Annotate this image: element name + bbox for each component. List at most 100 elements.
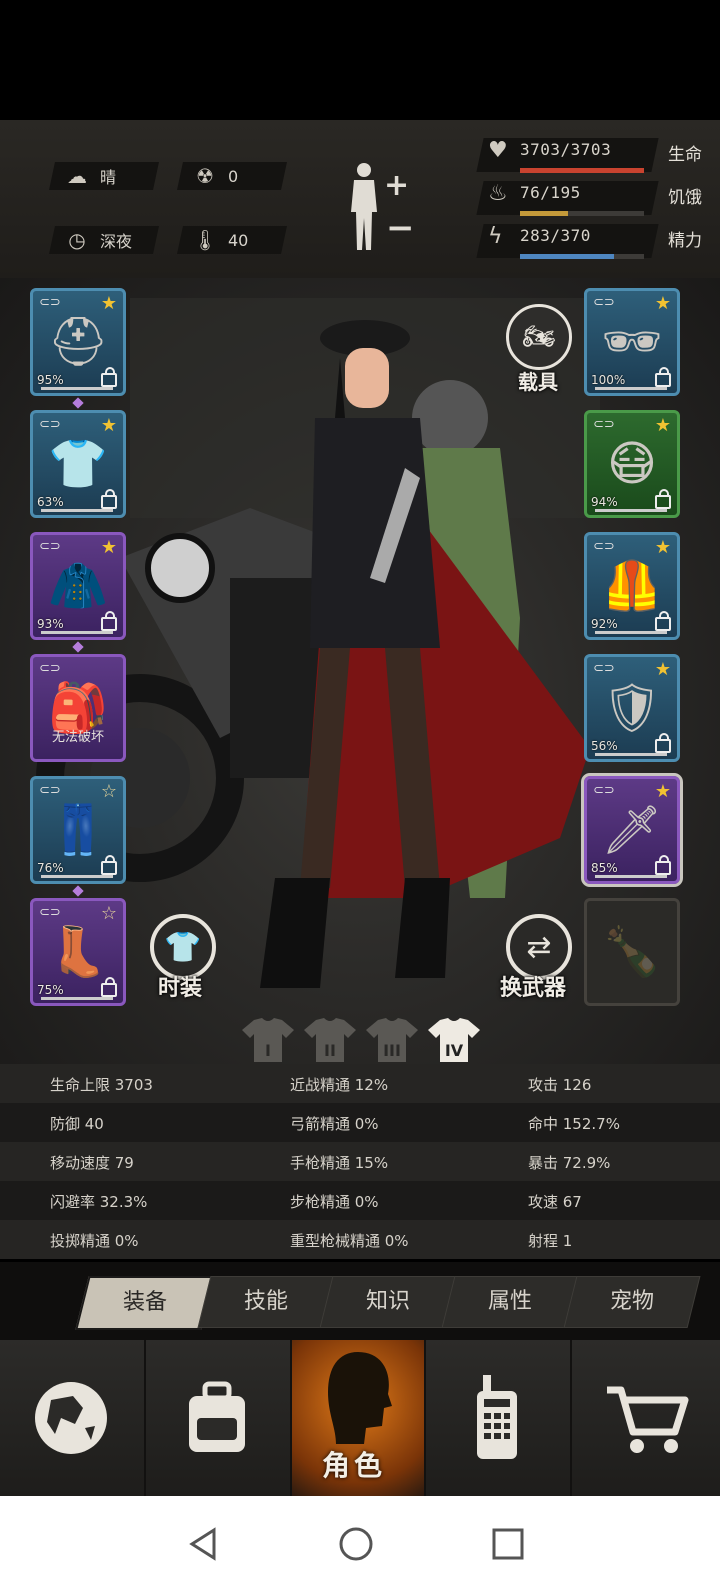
preset-label: II (324, 1041, 336, 1060)
energy-fill (520, 254, 615, 259)
link-icon: ⊂⊃ (39, 661, 61, 676)
secondary-weapon-slot[interactable]: 🍾 (584, 898, 680, 1006)
glasses-slot[interactable]: ⊂⊃ 🕶 ★ 100% (584, 288, 680, 396)
stat-value: 重型枪械精通 0% (290, 1232, 409, 1250)
machete-icon: 🗡 (601, 802, 663, 858)
lock-icon[interactable] (101, 977, 117, 997)
stat-row: 投掷精通 0% 重型枪械精通 0% 射程 1 (0, 1220, 720, 1259)
durability-bar (595, 509, 667, 512)
stat-value: 暴击 72.9% (528, 1154, 611, 1172)
star-icon: ★ (100, 537, 117, 558)
stats-panel: 生命上限 3703 近战精通 12% 攻击 126 防御 40 弓箭精通 0% 命中 15… (0, 1064, 720, 1260)
boots-slot[interactable]: ⊂⊃ 👢 ☆ 75% (30, 898, 126, 1006)
tshirt-icon: 👕 (164, 929, 202, 965)
tab-0[interactable]: 装备 (75, 1276, 215, 1330)
recents-icon[interactable] (490, 1526, 526, 1562)
character-scene: ⊂⊃ ⛑ ★ 95% ⊂⊃ 👕 ★ 63% ⊂⊃ 🧥 ★ 93% ⊂⊃ 🎒 无法破坏 ⊂⊃ 👖 ☆ 76% ⊂⊃ 👢 ☆ 7… (0, 278, 720, 1064)
jacket-slot[interactable]: ⊂⊃ 🧥 ★ 93% (30, 532, 126, 640)
weapon-slot[interactable]: ⊂⊃ 🗡 ★ 85% (581, 773, 683, 887)
tab-label: 宠物 (609, 1289, 654, 1314)
tab-1[interactable]: 技能 (197, 1276, 335, 1328)
nav-world-map[interactable] (0, 1340, 142, 1496)
stomach-icon: ♨ (488, 181, 508, 206)
lock-icon[interactable] (101, 855, 117, 875)
stat-value: 防御 40 (50, 1115, 104, 1133)
durability-bar (41, 509, 113, 512)
lock-icon[interactable] (655, 611, 671, 631)
backpack-slot[interactable]: ⊂⊃ 🎒 无法破坏 (30, 654, 126, 762)
switch-weapon-label: 换武器 (500, 976, 567, 1001)
link-icon: ⊂⊃ (593, 661, 615, 676)
cloud-sun-icon: ☁ (67, 164, 87, 188)
helmet-slot[interactable]: ⊂⊃ ⛑ ★ 95% (30, 288, 126, 396)
star-icon: ★ (654, 781, 671, 802)
tab-4[interactable]: 宠物 (563, 1276, 701, 1328)
zoom-in-icon[interactable]: + (384, 168, 409, 203)
durability-text: 85% (591, 861, 618, 875)
lock-icon[interactable] (655, 733, 671, 753)
stat-value: 弓箭精通 0% (290, 1115, 379, 1133)
durability-bar (595, 387, 667, 390)
stat-value: 移动速度 79 (50, 1154, 134, 1172)
heart-pulse-icon: ♥ (488, 138, 508, 163)
nav-radio[interactable] (426, 1340, 568, 1496)
swap-arrows-icon: ⇄ (526, 929, 552, 965)
tab-3[interactable]: 属性 (441, 1276, 579, 1328)
body-zoom-control[interactable]: + − (346, 160, 416, 256)
vest-slot[interactable]: ⊂⊃ 🦺 ★ 92% (584, 532, 680, 640)
pants-icon: 👖 (48, 802, 108, 858)
nav-shop[interactable] (572, 1340, 720, 1496)
stat-row: 移动速度 79 手枪精通 15% 暴击 72.9% (0, 1142, 720, 1181)
durability-text: 56% (591, 739, 618, 753)
mask-slot[interactable]: ⊂⊃ 😷 ★ 94% (584, 410, 680, 518)
vehicle-button[interactable]: 🏍 (506, 304, 572, 370)
lock-icon[interactable] (655, 489, 671, 509)
nav-backpack[interactable] (146, 1340, 288, 1496)
stat-row: 生命上限 3703 近战精通 12% 攻击 126 (0, 1064, 720, 1103)
radiation-pill: ☢ 0 (177, 162, 287, 190)
preset-label: IV (444, 1041, 464, 1060)
stat-value: 攻击 126 (528, 1076, 592, 1094)
stat-value: 手枪精通 15% (290, 1154, 389, 1172)
nav-character[interactable]: 角色 (292, 1340, 424, 1496)
home-icon[interactable] (338, 1526, 374, 1562)
durability-text: 92% (591, 617, 618, 631)
durability-bar (595, 875, 667, 878)
stat-row: 闪避率 32.3% 步枪精通 0% 攻速 67 (0, 1181, 720, 1220)
durability-bar (595, 631, 667, 634)
stat-value: 投掷精通 0% (50, 1232, 139, 1250)
backpack-icon (189, 1381, 245, 1452)
back-icon[interactable] (186, 1526, 222, 1562)
tab-2[interactable]: 知识 (319, 1276, 457, 1328)
durability-bar (41, 387, 113, 390)
shield-slot[interactable]: ⊂⊃ 🛡 ★ 56% (584, 654, 680, 762)
durability-text: 76% (37, 861, 64, 875)
lock-icon[interactable] (101, 611, 117, 631)
zoom-out-icon[interactable]: − (386, 208, 415, 248)
jacket-icon: 🧥 (48, 558, 108, 614)
hunger-label: 饥饿 (668, 188, 702, 208)
tab-bar: 装备 技能 知识 属性 宠物 (0, 1262, 720, 1340)
energy-label: 精力 (668, 231, 702, 251)
lock-icon[interactable] (101, 367, 117, 387)
outfit-preset-4[interactable]: IV (426, 1016, 482, 1064)
stat-value: 攻速 67 (528, 1193, 582, 1211)
thermometer-icon: 🌡 (192, 228, 218, 252)
lock-icon[interactable] (655, 367, 671, 387)
time-pill: ◷ 深夜 (49, 226, 159, 254)
durability-text: 93% (37, 617, 64, 631)
outfit-preset-3[interactable]: III (364, 1016, 420, 1064)
lock-icon[interactable] (101, 489, 117, 509)
durability-text: 94% (591, 495, 618, 509)
lock-icon[interactable] (655, 855, 671, 875)
indestructible-label: 无法破坏 (51, 730, 104, 745)
link-icon: ⊂⊃ (593, 783, 615, 798)
temperature-pill: 🌡 40 (177, 226, 287, 254)
mask-icon: 😷 (606, 436, 658, 492)
walkie-talkie-icon (477, 1375, 517, 1459)
health-value: 3703/3703 (520, 140, 612, 159)
pants-slot[interactable]: ⊂⊃ 👖 ☆ 76% (30, 776, 126, 884)
shirt-slot[interactable]: ⊂⊃ 👕 ★ 63% (30, 410, 126, 518)
outfit-preset-1[interactable]: I (240, 1016, 296, 1064)
outfit-preset-2[interactable]: II (302, 1016, 358, 1064)
